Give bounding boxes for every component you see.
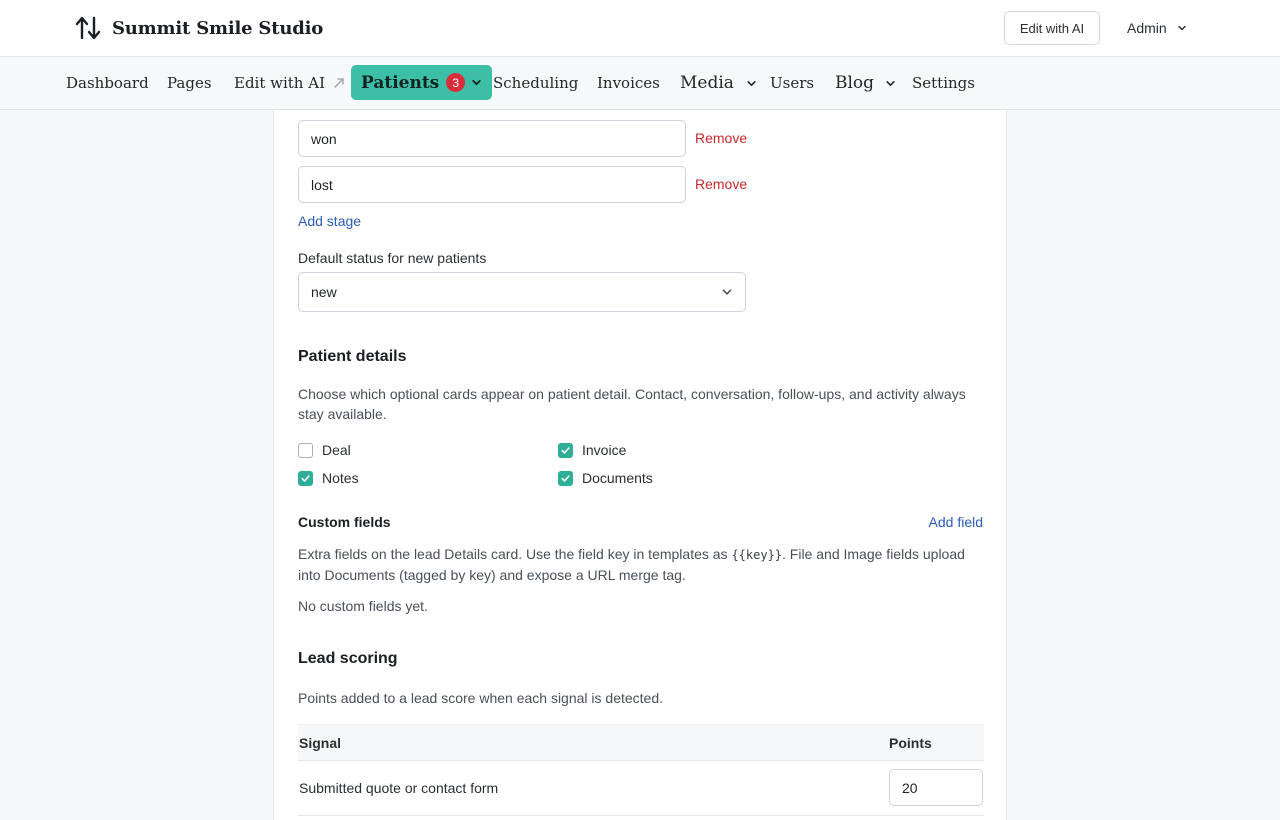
patient-details-description: Choose which optional cards appear on pa… bbox=[298, 386, 966, 422]
nav-invoices[interactable]: Invoices bbox=[597, 65, 660, 101]
lead-scoring-description: Points added to a lead score when each s… bbox=[298, 690, 664, 706]
chevron-down-icon bbox=[886, 80, 895, 86]
default-status-value: new bbox=[311, 284, 337, 300]
main-nav: Dashboard Pages Edit with AI Patients 3 … bbox=[0, 57, 1280, 110]
brand[interactable]: Summit Smile Studio bbox=[74, 14, 323, 42]
nav-users[interactable]: Users bbox=[770, 65, 814, 101]
nav-patients[interactable]: Patients 3 bbox=[351, 65, 493, 100]
sort-arrows-icon bbox=[75, 16, 101, 40]
column-header-points: Points bbox=[889, 735, 932, 751]
description-text: Extra fields on the lead Details card. U… bbox=[298, 546, 732, 562]
remove-stage-button[interactable]: Remove bbox=[695, 176, 747, 192]
default-status-label: Default status for new patients bbox=[298, 250, 487, 266]
custom-fields-description: Extra fields on the lead Details card. U… bbox=[298, 544, 984, 585]
card-option-deal[interactable]: Deal bbox=[298, 442, 351, 458]
checkbox[interactable] bbox=[558, 442, 573, 458]
table-row: Submitted quote or contact form 20 bbox=[298, 761, 984, 816]
checkbox[interactable] bbox=[558, 470, 573, 486]
card-option-documents[interactable]: Documents bbox=[558, 470, 653, 486]
card-option-invoice[interactable]: Invoice bbox=[558, 442, 626, 458]
patients-count-badge: 3 bbox=[446, 73, 466, 92]
stage-input[interactable]: won bbox=[298, 120, 686, 157]
checkmark-icon bbox=[301, 474, 310, 482]
nav-label: Patients bbox=[361, 72, 440, 93]
nav-settings[interactable]: Settings bbox=[912, 65, 975, 101]
nav-media[interactable]: Media bbox=[680, 65, 757, 101]
nav-label: Users bbox=[770, 74, 815, 92]
settings-card: won Remove lost Remove Add stage Default… bbox=[273, 100, 1007, 820]
scoring-table-header: Signal Points bbox=[298, 724, 984, 761]
nav-scheduling[interactable]: Scheduling bbox=[493, 65, 578, 101]
checkmark-icon bbox=[561, 446, 570, 454]
lead-scoring-title: Lead scoring bbox=[298, 650, 398, 667]
edit-with-ai-button[interactable]: Edit with AI bbox=[1004, 11, 1100, 45]
checkmark-icon bbox=[561, 474, 570, 482]
checkbox-label: Deal bbox=[322, 442, 351, 458]
add-stage-button[interactable]: Add stage bbox=[298, 213, 361, 229]
nav-label: Media bbox=[680, 73, 734, 93]
chevron-down-icon bbox=[722, 289, 732, 295]
top-header: Summit Smile Studio Edit with AI Admin bbox=[0, 0, 1280, 57]
checkbox[interactable] bbox=[298, 470, 313, 486]
custom-fields-empty: No custom fields yet. bbox=[298, 598, 428, 614]
nav-label: Invoices bbox=[597, 74, 660, 92]
nav-label: Blog bbox=[835, 73, 875, 93]
merge-tag-code: {{key}} bbox=[731, 548, 783, 562]
checkbox[interactable] bbox=[298, 442, 313, 458]
nav-label: Scheduling bbox=[493, 74, 579, 92]
nav-edit-with-ai[interactable]: Edit with AI bbox=[234, 65, 345, 101]
signal-name: Submitted quote or contact form bbox=[299, 780, 499, 796]
nav-dashboard[interactable]: Dashboard bbox=[66, 65, 149, 101]
checkbox-label: Invoice bbox=[582, 442, 627, 458]
stage-input[interactable]: lost bbox=[298, 166, 686, 203]
custom-fields-title: Custom fields bbox=[298, 514, 391, 530]
nav-label: Settings bbox=[912, 74, 975, 92]
chevron-down-icon[interactable] bbox=[471, 77, 482, 88]
default-status-select[interactable]: new bbox=[298, 272, 746, 312]
chevron-down-icon bbox=[1177, 25, 1186, 31]
checkbox-label: Notes bbox=[322, 470, 359, 486]
remove-stage-button[interactable]: Remove bbox=[695, 130, 747, 146]
chevron-down-icon bbox=[747, 80, 756, 86]
nav-label: Pages bbox=[167, 74, 212, 92]
checkbox-label: Documents bbox=[582, 470, 653, 486]
points-input[interactable]: 20 bbox=[889, 769, 983, 806]
admin-label: Admin bbox=[1127, 20, 1167, 36]
external-arrow-icon bbox=[334, 78, 344, 88]
admin-menu[interactable]: Admin bbox=[1127, 18, 1187, 38]
nav-blog[interactable]: Blog bbox=[835, 65, 896, 101]
patient-details-title: Patient details bbox=[298, 348, 407, 365]
nav-label: Edit with AI bbox=[234, 74, 325, 92]
column-header-signal: Signal bbox=[299, 735, 342, 751]
nav-label: Dashboard bbox=[66, 74, 149, 92]
nav-pages[interactable]: Pages bbox=[167, 65, 212, 101]
card-option-notes[interactable]: Notes bbox=[298, 470, 359, 486]
add-field-button[interactable]: Add field bbox=[929, 514, 983, 530]
brand-name: Summit Smile Studio bbox=[112, 17, 324, 39]
